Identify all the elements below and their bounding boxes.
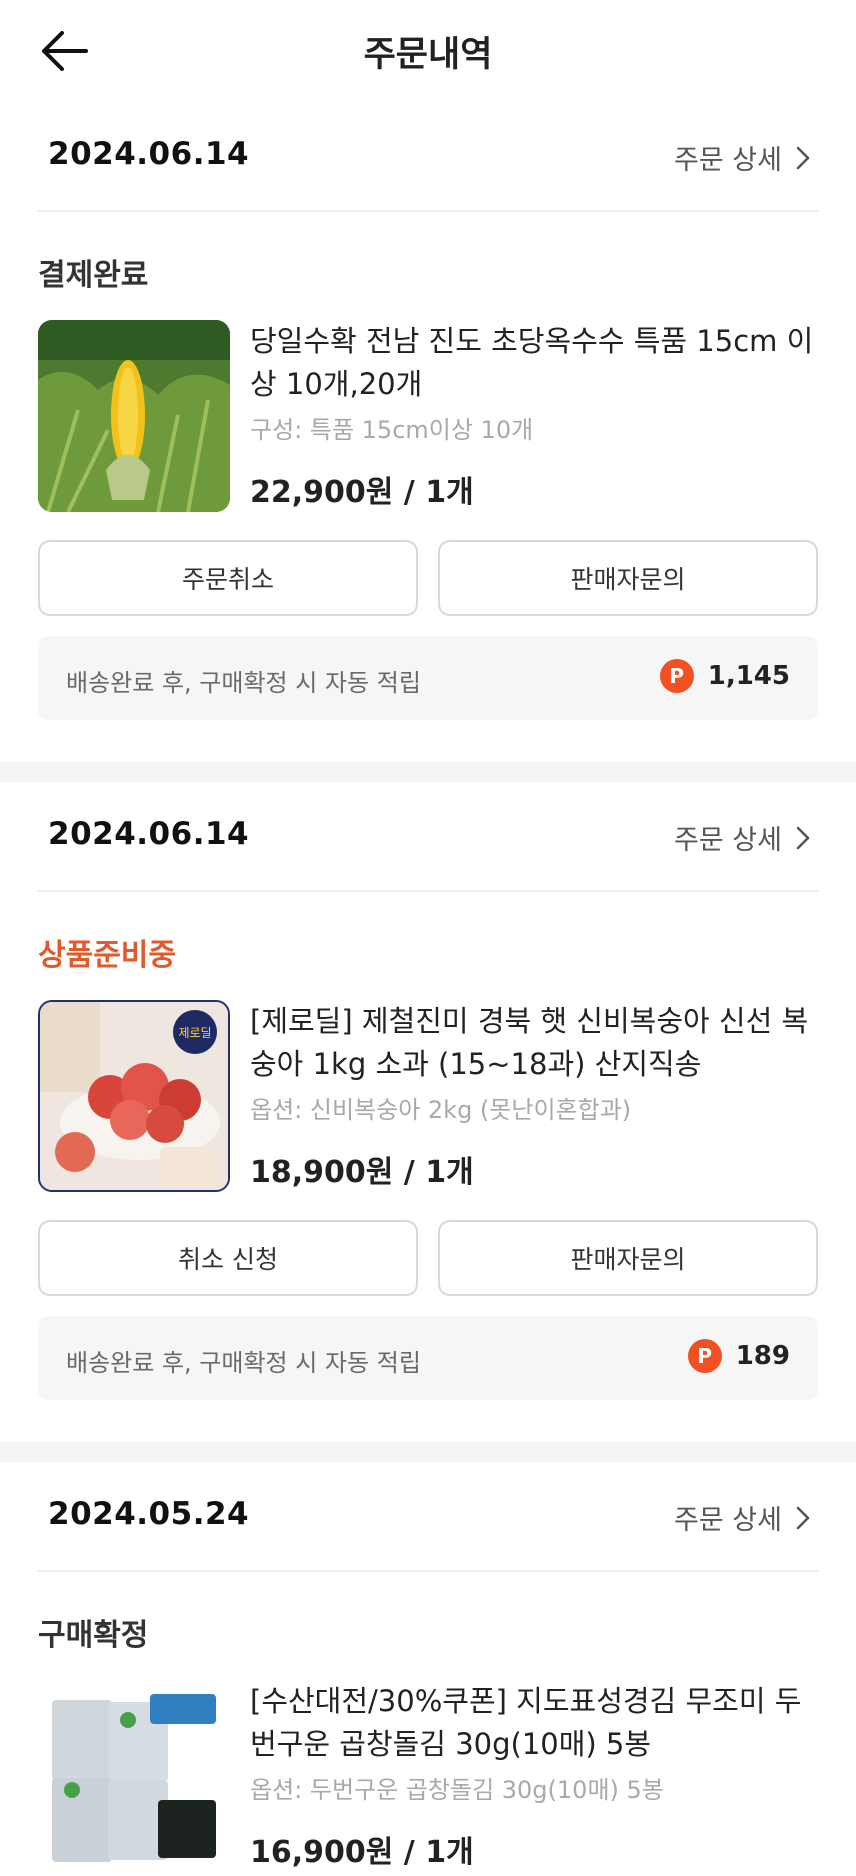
- order-actions: 취소 신청 판매자문의: [38, 1220, 818, 1296]
- seller-inquiry-button[interactable]: 판매자문의: [438, 1220, 818, 1296]
- product-price: 16,900원 / 1개: [250, 1835, 474, 1870]
- order-header: 2024.06.14 주문 상세: [38, 782, 818, 892]
- product-thumbnail[interactable]: 제로딜: [38, 1000, 230, 1192]
- points-icon: P: [687, 1339, 722, 1373]
- product-thumbnail[interactable]: [38, 320, 230, 512]
- chevron-right-icon: [796, 826, 810, 849]
- points-banner: 배송완료 후, 구매확정 시 자동 적립 P 189: [38, 1316, 818, 1400]
- product-option: 옵션: 신비복숭아 2kg (못난이혼합과): [250, 1096, 632, 1124]
- order-date: 2024.06.14: [48, 136, 250, 172]
- order-header: 2024.05.24 주문 상세: [38, 1462, 818, 1572]
- page-title: 주문내역: [363, 35, 493, 75]
- product-row[interactable]: 당일수확 전남 진도 초당옥수수 특품 15cm 이상 10개,20개 구성: …: [38, 320, 818, 512]
- product-info: 당일수확 전남 진도 초당옥수수 특품 15cm 이상 10개,20개 구성: …: [250, 320, 818, 511]
- product-name[interactable]: 당일수확 전남 진도 초당옥수수 특품 15cm 이상 10개,20개: [250, 320, 818, 406]
- points-value: 189: [735, 1341, 790, 1371]
- order-detail-label: 주문 상세: [674, 145, 782, 176]
- points-icon: P: [659, 659, 694, 693]
- product-price: 22,900원 / 1개: [250, 475, 474, 510]
- product-row[interactable]: [수산대전/30%쿠폰] 지도표성경김 무조미 두번구운 곱창돌김 30g(10…: [38, 1680, 818, 1872]
- product-price: 18,900원 / 1개: [250, 1155, 474, 1190]
- order-card: 2024.06.14 주문 상세 상품준비중 제로딜 [제로딜] 제철진미 경북…: [0, 782, 856, 1400]
- product-name[interactable]: [제로딜] 제철진미 경북 햇 신비복숭아 신선 복숭아 1kg 소과 (15~…: [250, 1000, 818, 1086]
- points-amount: P 1,145: [659, 659, 790, 693]
- product-info: [수산대전/30%쿠폰] 지도표성경김 무조미 두번구운 곱창돌김 30g(10…: [250, 1680, 818, 1871]
- chevron-right-icon: [796, 146, 810, 169]
- order-card: 2024.06.14 주문 상세 결제완료 당일수확 전남 진도 초당옥수수 특…: [0, 102, 856, 720]
- points-banner: 배송완료 후, 구매확정 시 자동 적립 P 1,145: [38, 636, 818, 720]
- order-detail-link[interactable]: 주문 상세: [674, 1498, 810, 1537]
- order-header: 2024.06.14 주문 상세: [38, 102, 818, 212]
- svg-text:제로딜: 제로딜: [178, 1026, 211, 1040]
- points-text: 배송완료 후, 구매확정 시 자동 적립: [66, 669, 421, 697]
- product-info: [제로딜] 제철진미 경북 햇 신비복숭아 신선 복숭아 1kg 소과 (15~…: [250, 1000, 818, 1191]
- order-actions: 주문취소 판매자문의: [38, 540, 818, 616]
- seller-inquiry-button[interactable]: 판매자문의: [438, 540, 818, 616]
- order-card: 2024.05.24 주문 상세 구매확정 [수산대전/30%쿠폰] 지도표성경…: [0, 1462, 856, 1872]
- product-name[interactable]: [수산대전/30%쿠폰] 지도표성경김 무조미 두번구운 곱창돌김 30g(10…: [250, 1680, 818, 1766]
- section-divider: [0, 1442, 856, 1462]
- points-value: 1,145: [707, 661, 790, 691]
- order-status: 구매확정: [38, 1618, 149, 1653]
- product-thumbnail[interactable]: [38, 1680, 230, 1872]
- points-text: 배송완료 후, 구매확정 시 자동 적립: [66, 1349, 421, 1377]
- product-option: 옵션: 두번구운 곱창돌김 30g(10매) 5봉: [250, 1776, 664, 1804]
- app-header: 주문내역: [0, 0, 856, 102]
- cancel-order-button[interactable]: 주문취소: [38, 540, 418, 616]
- points-amount: P 189: [687, 1339, 790, 1373]
- order-date: 2024.05.24: [48, 1496, 250, 1532]
- order-detail-label: 주문 상세: [674, 1505, 782, 1536]
- product-row[interactable]: 제로딜 [제로딜] 제철진미 경북 햇 신비복숭아 신선 복숭아 1kg 소과 …: [38, 1000, 818, 1192]
- cancel-request-button[interactable]: 취소 신청: [38, 1220, 418, 1296]
- order-detail-link[interactable]: 주문 상세: [674, 138, 810, 177]
- section-divider: [0, 762, 856, 782]
- product-option: 구성: 특품 15cm이상 10개: [250, 416, 534, 444]
- order-detail-link[interactable]: 주문 상세: [674, 818, 810, 857]
- order-status: 상품준비중: [38, 938, 176, 973]
- chevron-right-icon: [796, 1506, 810, 1529]
- order-detail-label: 주문 상세: [674, 825, 782, 856]
- order-status: 결제완료: [38, 258, 149, 293]
- order-date: 2024.06.14: [48, 816, 250, 852]
